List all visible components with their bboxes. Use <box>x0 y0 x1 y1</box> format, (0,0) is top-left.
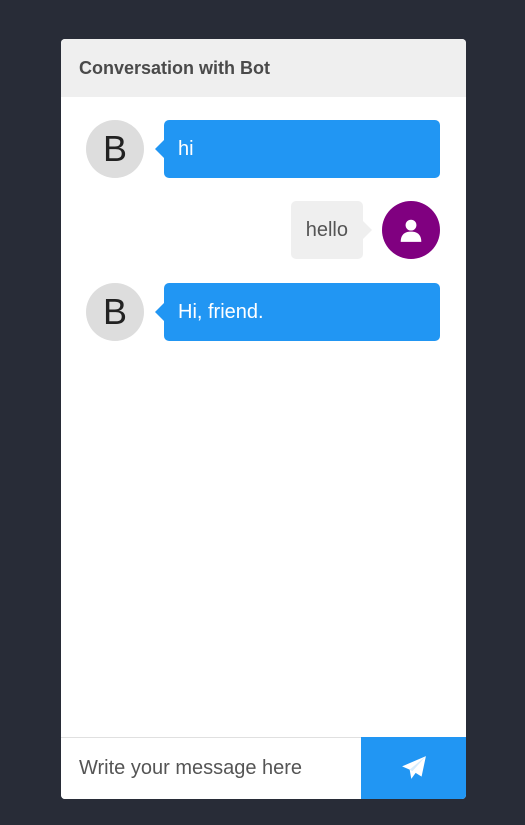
chat-title: Conversation with Bot <box>79 57 271 78</box>
message-input[interactable] <box>61 738 361 799</box>
bot-message: B Hi, friend. <box>86 283 440 341</box>
message-list: B hi hello B Hi, friend. <box>61 97 466 737</box>
user-message-bubble: hello <box>290 201 373 259</box>
paper-plane-icon <box>401 756 426 779</box>
bot-message: B hi <box>86 120 440 178</box>
chat-window: Conversation with Bot B hi hello B Hi, f… <box>61 39 466 799</box>
user-message: hello <box>290 201 440 259</box>
chat-header: Conversation with Bot <box>61 39 466 97</box>
bot-message-bubble: hi <box>155 120 440 178</box>
message-composer <box>61 737 466 799</box>
message-text: hello <box>305 218 348 241</box>
message-text: Hi, friend. <box>178 300 264 323</box>
user-icon <box>400 219 422 242</box>
send-button[interactable] <box>361 737 466 799</box>
bot-message-bubble: Hi, friend. <box>155 283 440 341</box>
message-text: hi <box>178 137 194 160</box>
user-avatar <box>382 201 440 259</box>
bot-avatar: B <box>86 120 144 178</box>
bot-avatar: B <box>86 283 144 341</box>
